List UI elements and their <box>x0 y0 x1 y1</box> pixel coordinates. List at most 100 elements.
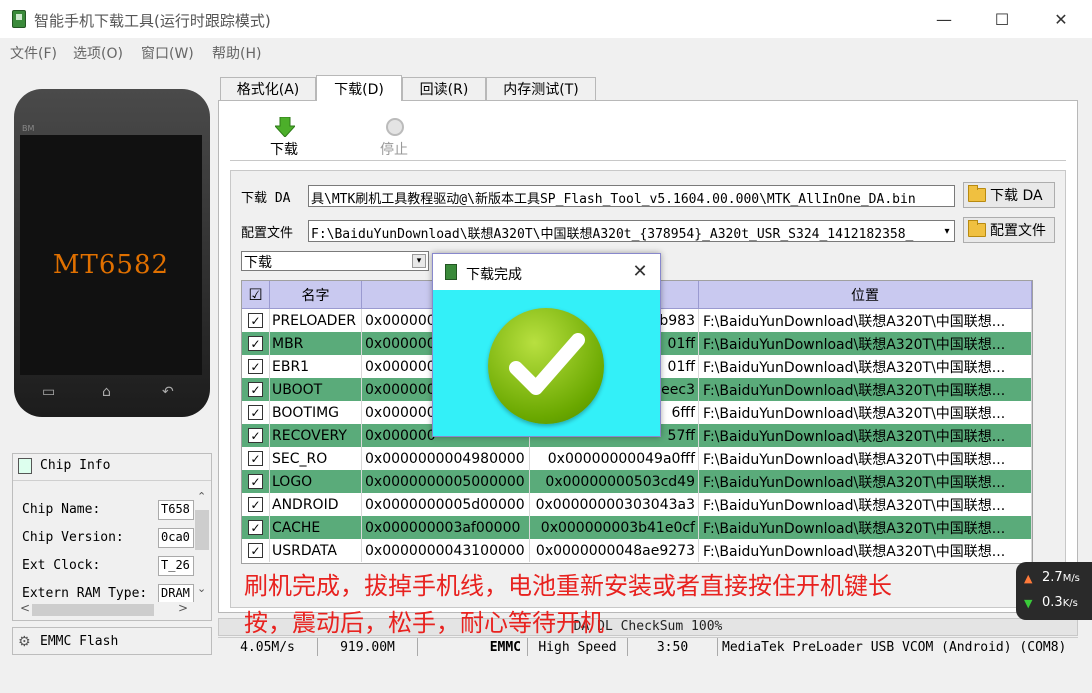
menu-help[interactable]: 帮助(H) <box>212 43 261 63</box>
row-checkbox-cell[interactable]: ✓ <box>242 401 270 424</box>
table-row[interactable]: ✓ CACHE 0x000000003af00000 0x000000003b41e0… <box>242 516 1032 539</box>
download-arrow-icon[interactable] <box>275 117 295 137</box>
cell-name: BOOTIMG <box>270 401 362 424</box>
emmc-flash-label: EMMC Flash <box>40 634 119 649</box>
table-row[interactable]: ✓ LOGO 0x0000000005000000 0x00000000503cd49… <box>242 470 1032 493</box>
cell-name: LOGO <box>270 470 362 493</box>
download-speed: 0.3K/s <box>1042 595 1078 610</box>
cell-name: MBR <box>270 332 362 355</box>
tab-format[interactable]: 格式化(A) <box>220 77 316 100</box>
da-button-label: 下载 DA <box>990 188 1043 204</box>
chip-info-hscroll-thumb[interactable] <box>32 604 154 616</box>
tab-memory-test[interactable]: 内存测试(T) <box>486 77 596 100</box>
row-checkbox-cell[interactable]: ✓ <box>242 493 270 516</box>
cell-name: UBOOT <box>270 378 362 401</box>
scatter-button-label: 配置文件 <box>990 223 1046 239</box>
cell-loc: F:\BaiduYunDownload\联想A320T\中国联想... <box>699 378 1032 401</box>
scatter-dropdown-icon[interactable]: ▾ <box>940 222 954 240</box>
menu-file[interactable]: 文件(F) <box>10 43 57 63</box>
close-button[interactable]: ✕ <box>1038 0 1084 38</box>
row-checkbox[interactable]: ✓ <box>248 336 263 351</box>
col-header-location[interactable]: 位置 <box>699 281 1032 309</box>
scatter-path-field[interactable]: F:\BaiduYunDownload\联想A320T\中国联想A320t_{3… <box>308 220 955 242</box>
da-label: 下载 DA <box>241 191 291 206</box>
chip-version-value[interactable]: 0ca0 <box>158 528 194 548</box>
extern-ram-value[interactable]: DRAM <box>158 584 194 604</box>
da-path-field[interactable]: 具\MTK刷机工具教程驱动@\新版本工具SP_Flash_Tool_v5.160… <box>308 185 955 207</box>
table-row[interactable]: ✓ SEC_RO 0x0000000004980000 0x00000000049a0… <box>242 447 1032 470</box>
scatter-label: 配置文件 <box>241 226 294 241</box>
chip-name-value[interactable]: T658 <box>158 500 194 520</box>
row-checkbox-cell[interactable]: ✓ <box>242 424 270 447</box>
cell-loc: F:\BaiduYunDownload\联想A320T\中国联想... <box>699 447 1032 470</box>
select-all-checkbox[interactable]: ☑ <box>242 281 270 309</box>
toolbar-divider <box>230 160 1066 161</box>
row-checkbox-cell[interactable]: ✓ <box>242 309 270 332</box>
minimize-button[interactable]: — <box>921 0 967 38</box>
cell-begin: 0x0000000043100000 <box>362 539 530 562</box>
row-checkbox-cell[interactable]: ✓ <box>242 378 270 401</box>
row-checkbox[interactable]: ✓ <box>248 405 263 420</box>
row-checkbox[interactable]: ✓ <box>248 428 263 443</box>
row-checkbox[interactable]: ✓ <box>248 497 263 512</box>
cell-begin: 0x0000000005d00000 <box>362 493 530 516</box>
status-speed: 4.05M/s <box>218 638 318 656</box>
instruction-line-2: 按，震动后，松手，耐心等待开机 <box>244 609 604 637</box>
status-time: 3:50 <box>628 638 718 656</box>
scroll-down-icon[interactable]: ⌄ <box>197 582 206 595</box>
cell-loc: F:\BaiduYunDownload\联想A320T\中国联想... <box>699 332 1032 355</box>
row-checkbox[interactable]: ✓ <box>248 313 263 328</box>
menu-options[interactable]: 选项(O) <box>73 43 123 63</box>
da-button[interactable]: 下载 DA <box>963 182 1055 208</box>
row-checkbox-cell[interactable]: ✓ <box>242 332 270 355</box>
maximize-button[interactable]: ☐ <box>979 0 1025 38</box>
stop-icon[interactable] <box>386 118 404 136</box>
table-row[interactable]: ✓ ANDROID 0x0000000005d00000 0x000000003030… <box>242 493 1032 516</box>
row-checkbox[interactable]: ✓ <box>248 359 263 374</box>
cell-begin: 0x0000000005000000 <box>362 470 530 493</box>
row-checkbox-cell[interactable]: ✓ <box>242 470 270 493</box>
cell-loc: F:\BaiduYunDownload\联想A320T\中国联想... <box>699 424 1032 447</box>
download-mode-select[interactable]: 下载 ▾ <box>241 251 429 271</box>
scroll-up-icon[interactable]: ⌃ <box>197 490 206 503</box>
phone-chip-label: MT6582 <box>52 250 170 280</box>
ext-clock-value[interactable]: T_26 <box>158 556 194 576</box>
row-checkbox[interactable]: ✓ <box>248 474 263 489</box>
menu-window[interactable]: 窗口(W) <box>141 43 194 63</box>
download-button-label[interactable]: 下载 <box>270 139 298 159</box>
checkbox-icon[interactable]: ☑ <box>248 286 263 302</box>
stop-button-label[interactable]: 停止 <box>380 139 408 159</box>
scroll-left-icon[interactable]: < <box>20 601 30 615</box>
cell-name: EBR1 <box>270 355 362 378</box>
cell-name: ANDROID <box>270 493 362 516</box>
row-checkbox[interactable]: ✓ <box>248 451 263 466</box>
cell-end: 0x00000000503cd49 <box>530 470 699 493</box>
row-checkbox[interactable]: ✓ <box>248 520 263 535</box>
cell-loc: F:\BaiduYunDownload\联想A320T\中国联想... <box>699 401 1032 424</box>
col-header-name[interactable]: 名字 <box>270 281 362 309</box>
upload-arrow-icon: ▲ <box>1024 572 1033 585</box>
row-checkbox-cell[interactable]: ✓ <box>242 539 270 562</box>
cell-name: USRDATA <box>270 539 362 562</box>
success-check-icon <box>488 308 604 424</box>
chevron-down-icon[interactable]: ▾ <box>412 254 426 268</box>
table-row[interactable]: ✓ USRDATA 0x0000000043100000 0x0000000048ae… <box>242 539 1032 562</box>
chip-info-title: Chip Info <box>40 458 111 473</box>
scatter-button[interactable]: 配置文件 <box>963 217 1055 243</box>
chip-version-label: Chip Version: <box>22 530 124 545</box>
row-checkbox[interactable]: ✓ <box>248 543 263 558</box>
tab-download[interactable]: 下载(D) <box>316 75 402 101</box>
row-checkbox-cell[interactable]: ✓ <box>242 355 270 378</box>
dialog-close-button[interactable]: ✕ <box>630 261 650 282</box>
row-checkbox-cell[interactable]: ✓ <box>242 516 270 539</box>
chip-info-icon <box>18 458 32 474</box>
cell-end: 0x0000000048ae9273 <box>530 539 699 562</box>
scroll-right-icon[interactable]: > <box>178 601 188 615</box>
row-checkbox-cell[interactable]: ✓ <box>242 447 270 470</box>
status-size: 919.00M <box>318 638 418 656</box>
folder-icon <box>968 185 986 202</box>
tab-readback[interactable]: 回读(R) <box>402 77 486 100</box>
chip-info-vscroll-thumb[interactable] <box>195 510 209 550</box>
gear-icon: ⚙ <box>18 634 31 650</box>
row-checkbox[interactable]: ✓ <box>248 382 263 397</box>
